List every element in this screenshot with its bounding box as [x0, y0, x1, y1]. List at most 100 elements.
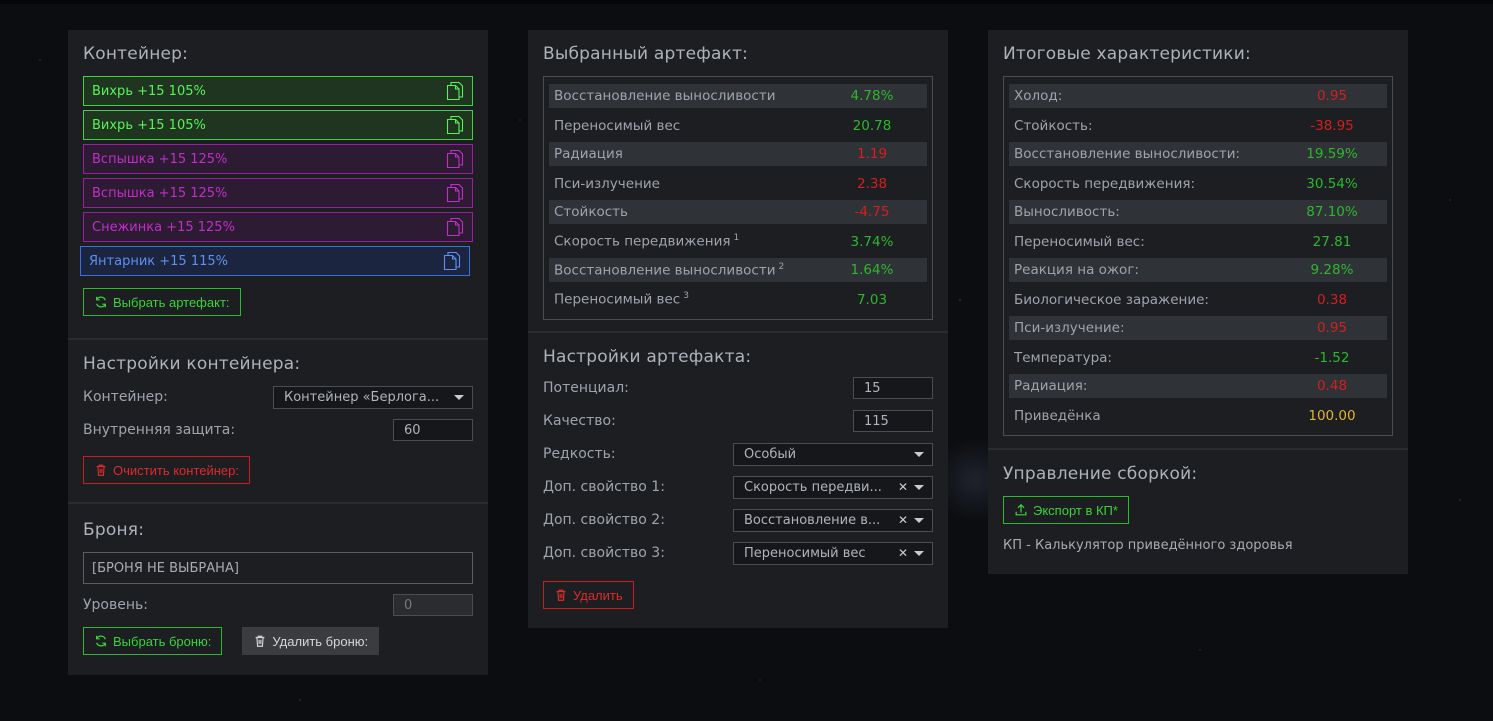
container-title: Контейнер:	[83, 44, 189, 64]
copy-icon[interactable]	[446, 217, 464, 237]
stat-row: Переносимый вес: 27.81	[1009, 227, 1387, 256]
stat-row: Восстановление выносливости 2 1.64%	[549, 258, 927, 282]
stat-name-text: Стойкость	[554, 204, 628, 220]
select-artifact-button[interactable]: Выбрать артефакт:	[83, 288, 241, 316]
delete-armor-button[interactable]: Удалить броню:	[242, 627, 380, 655]
clear-x-icon[interactable]: ✕	[898, 513, 908, 527]
prop1-select[interactable]: Скорость передви... ✕	[733, 475, 933, 499]
stat-name: Выносливость:	[1014, 204, 1277, 220]
armor-level-input[interactable]: 0	[393, 594, 473, 616]
stat-value: 3.74%	[850, 233, 894, 250]
left-panel: Контейнер: Вихрь +15 105% Вихрь +15 105% В…	[68, 30, 488, 675]
caret-down-icon	[914, 484, 924, 490]
stat-name-text: Скорость передвижения:	[1014, 175, 1196, 192]
stat-name: Реакция на ожог:	[1014, 262, 1277, 278]
container-slot-label: Янтарник +15 115%	[89, 253, 228, 269]
copy-icon[interactable]	[446, 81, 464, 101]
stat-row: Переносимый вес 3 7.03	[549, 285, 927, 314]
potential-input[interactable]: 15	[853, 377, 933, 399]
stat-row: Стойкость: -38.95	[1009, 111, 1387, 140]
container-slot[interactable]: Вспышка +15 125%	[83, 144, 473, 174]
stat-value: 87.10%	[1306, 204, 1358, 220]
quality-row: Качество: 115	[543, 410, 933, 432]
stat-name: Переносимый вес:	[1014, 234, 1277, 250]
armor-title: Броня:	[83, 520, 145, 540]
prop3-row: Доп. свойство 3: Переносимый вес ✕	[543, 541, 933, 565]
stat-name: Скорость передвижения 1	[554, 233, 817, 250]
copy-icon[interactable]	[446, 149, 464, 169]
container-slot[interactable]: Вихрь +15 105%	[83, 110, 473, 140]
stat-row: Пси-излучение: 0.95	[1009, 316, 1387, 340]
stat-name-text: Биологическое заражение:	[1014, 291, 1209, 308]
protection-input[interactable]: 60	[393, 419, 473, 441]
delete-artifact-button[interactable]: Удалить	[543, 581, 634, 609]
armor-selected[interactable]: [БРОНЯ НЕ ВЫБРАНА]	[83, 552, 473, 584]
middle-panel: Выбранный артефакт: Восстановление вынос…	[528, 30, 948, 628]
container-slot[interactable]: Снежинка +15 125%	[83, 212, 473, 242]
rarity-select[interactable]: Особый	[733, 442, 933, 466]
clear-x-icon[interactable]: ✕	[898, 480, 908, 494]
stat-value: 0.95	[1316, 88, 1348, 104]
artifact-title: Выбранный артефакт:	[543, 44, 749, 64]
container-settings-title: Настройки контейнера:	[83, 354, 301, 374]
stat-name: Стойкость	[554, 204, 817, 220]
export-label: Экспорт в КП*	[1033, 502, 1118, 518]
armor-section: Броня: [БРОНЯ НЕ ВЫБРАНА] Уровень: 0 Выб…	[68, 504, 488, 670]
refresh-icon	[96, 296, 106, 308]
totals-title: Итоговые характеристики:	[1003, 44, 1251, 64]
stat-row: Восстановление выносливости 4.78%	[549, 84, 927, 108]
delete-armor-label: Удалить броню:	[272, 633, 369, 649]
stat-value: 7.03	[856, 291, 888, 308]
stat-name-text: Стойкость:	[1014, 117, 1093, 134]
caret-down-icon	[914, 451, 924, 457]
copy-icon[interactable]	[443, 251, 461, 271]
copy-icon[interactable]	[446, 183, 464, 203]
container-slot[interactable]: Вспышка +15 125%	[83, 178, 473, 208]
stat-value: -4.75	[854, 204, 890, 220]
export-button[interactable]: Экспорт в КП*	[1003, 496, 1129, 524]
prop3-select[interactable]: Переносимый вес ✕	[733, 541, 933, 565]
prop2-select[interactable]: Восстановление в... ✕	[733, 508, 933, 532]
stat-name: Пси-излучение	[554, 176, 817, 192]
totals-section: Итоговые характеристики: Холод: 0.95 Стойк…	[988, 30, 1408, 450]
container-slot[interactable]: Вихрь +15 105%	[83, 76, 473, 106]
stat-row: Скорость передвижения: 30.54%	[1009, 169, 1387, 198]
container-type-select[interactable]: Контейнер «Берлога...	[273, 385, 473, 409]
stat-value: 9.28%	[1310, 262, 1354, 278]
container-slot[interactable]: Янтарник +15 115%	[80, 246, 470, 276]
stat-name-text: Восстановление выносливости	[554, 88, 776, 104]
artifact-section: Выбранный артефакт: Восстановление вынос…	[528, 30, 948, 333]
stat-name-text: Переносимый вес	[554, 291, 681, 308]
stat-name-text: Пси-излучение:	[1014, 320, 1125, 336]
stat-row: Температура: -1.52	[1009, 343, 1387, 372]
stat-name: Радиация	[554, 146, 817, 162]
clear-container-label: Очистить контейнер:	[113, 462, 239, 478]
stat-footnote: 1	[733, 233, 740, 244]
stat-name-text: Пси-излучение	[554, 175, 660, 192]
copy-icon[interactable]	[446, 115, 464, 135]
stat-name: Холод:	[1014, 88, 1277, 104]
container-type-row: Контейнер: Контейнер «Берлога...	[83, 385, 473, 409]
quality-input[interactable]: 115	[853, 410, 933, 432]
build-title: Управление сборкой:	[1003, 464, 1198, 484]
potential-label: Потенциал:	[543, 380, 629, 396]
select-artifact-label: Выбрать артефакт:	[113, 294, 230, 310]
stat-value: 20.78	[852, 117, 892, 134]
stat-name: Температура:	[1014, 350, 1277, 366]
select-armor-button[interactable]: Выбрать броню:	[83, 627, 223, 655]
stat-row: Приведёнка 100.00	[1009, 401, 1387, 430]
clear-x-icon[interactable]: ✕	[898, 546, 908, 560]
stat-value: 19.59%	[1306, 146, 1358, 162]
stat-name: Восстановление выносливости	[554, 88, 817, 104]
stat-name-text: Скорость передвижения	[554, 233, 731, 250]
container-section: Контейнер: Вихрь +15 105% Вихрь +15 105% В…	[68, 30, 488, 340]
build-section: Управление сборкой: Экспорт в КП* КП - К…	[988, 450, 1408, 568]
stat-value: -38.95	[1310, 117, 1354, 134]
prop2-row: Доп. свойство 2: Восстановление в... ✕	[543, 508, 933, 532]
stat-footnote: 2	[778, 261, 785, 272]
container-slot-label: Снежинка +15 125%	[92, 219, 235, 235]
stat-name: Переносимый вес	[554, 118, 817, 134]
stat-name-text: Переносимый вес	[554, 117, 681, 134]
stat-name: Биологическое заражение:	[1014, 292, 1277, 308]
clear-container-button[interactable]: Очистить контейнер:	[83, 456, 250, 484]
